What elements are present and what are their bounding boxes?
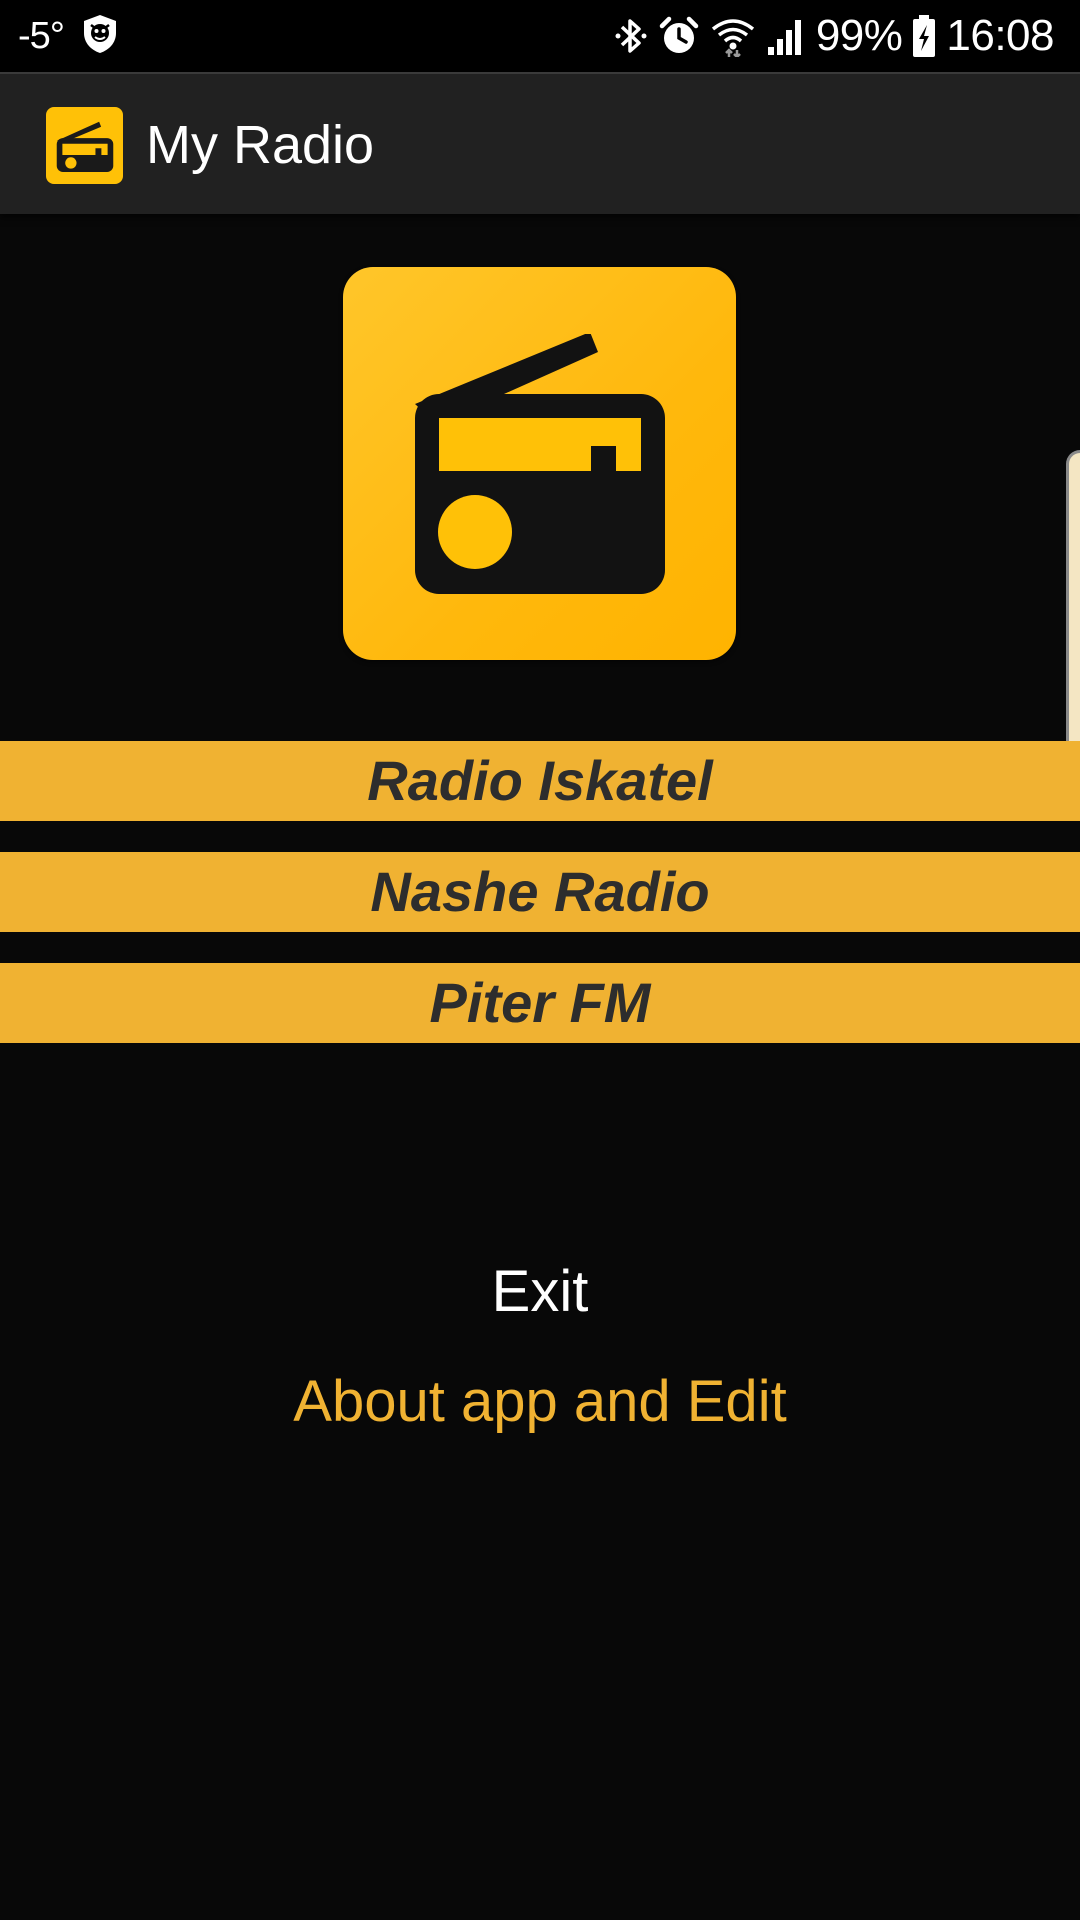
battery-percent-text: 99%: [815, 11, 903, 60]
battery-charging-icon: [912, 14, 936, 58]
status-right: 99% 16:08: [614, 0, 1054, 72]
big-logo: [343, 267, 736, 660]
app-title: My Radio: [146, 115, 375, 175]
clock-text: 16:08: [946, 11, 1054, 60]
status-left: -5°: [18, 0, 120, 72]
app-bar: My Radio: [0, 72, 1080, 214]
radio-icon: [414, 333, 665, 594]
alarm-icon: [658, 15, 700, 57]
exit-button[interactable]: Exit: [0, 1252, 1080, 1332]
temperature-text: -5°: [18, 14, 65, 57]
wifi-icon: [710, 15, 756, 57]
station-button-radio-iskatel[interactable]: Radio Iskatel: [0, 741, 1080, 821]
signal-icon: [766, 15, 806, 57]
station-button-nashe-radio[interactable]: Nashe Radio: [0, 852, 1080, 932]
radio-icon: [46, 107, 123, 184]
station-button-piter-fm[interactable]: Piter FM: [0, 963, 1080, 1043]
bluetooth-icon: [614, 15, 648, 57]
status-bar: -5° 99% 16:08: [0, 0, 1080, 72]
about-and-edit-button[interactable]: About app and Edit: [0, 1362, 1080, 1442]
weather-app-icon: [80, 13, 120, 60]
screen: -5° 99% 16:08 My Radio Radio Iskatel Nas…: [0, 0, 1080, 1920]
